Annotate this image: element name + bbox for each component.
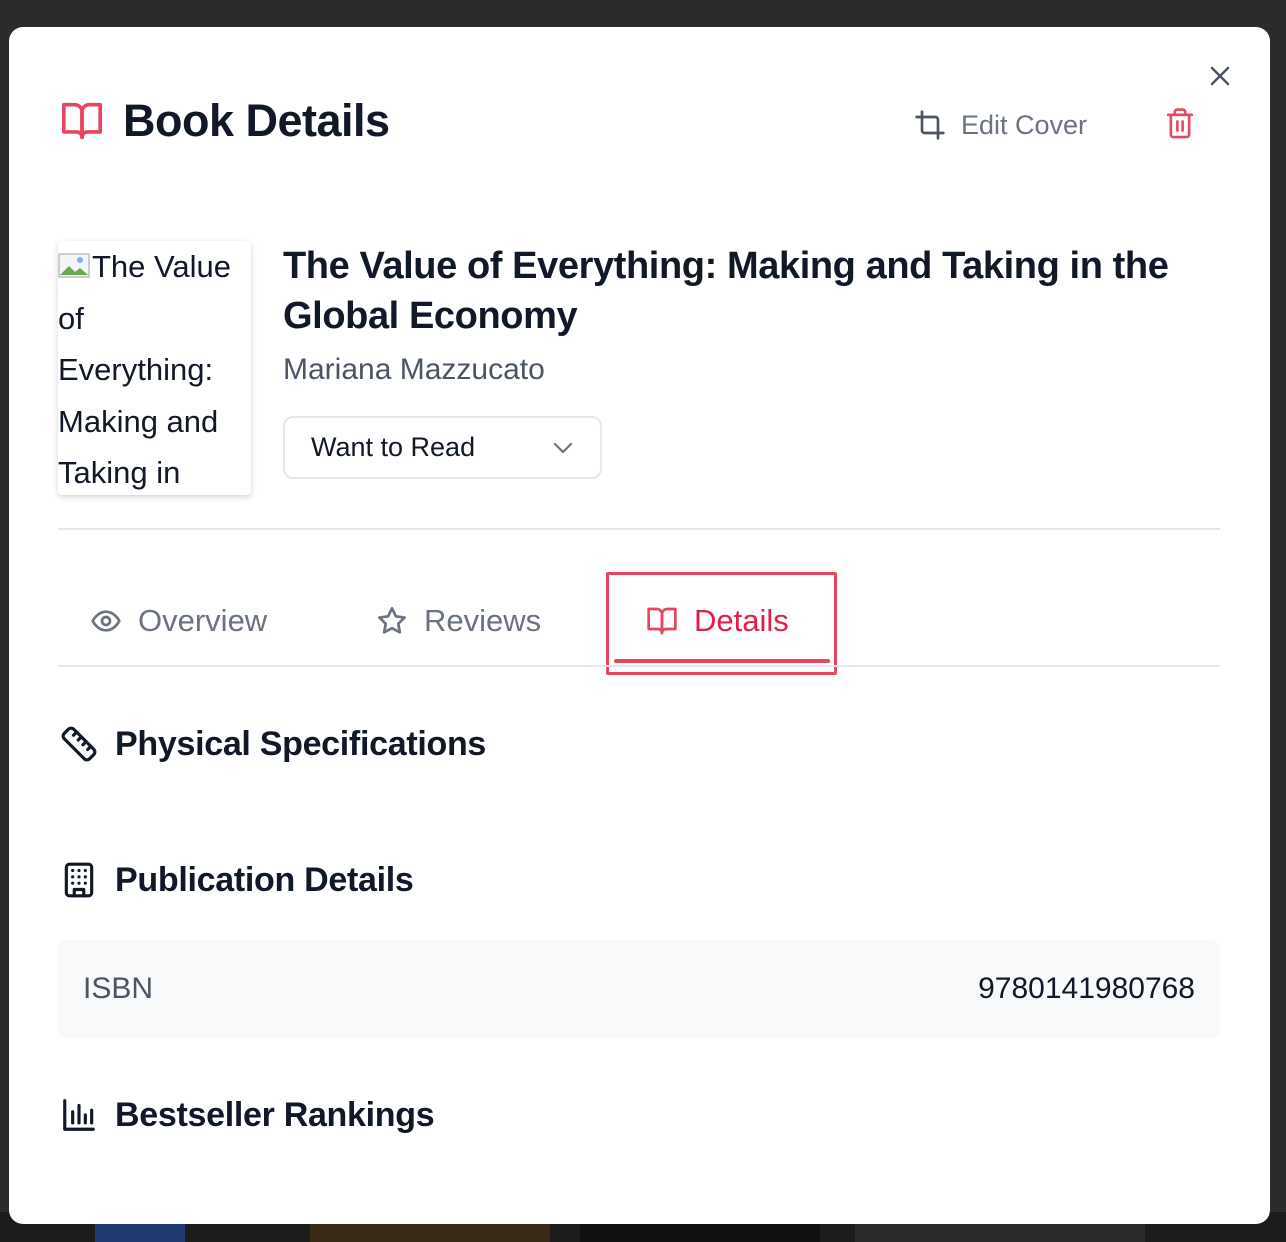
edit-cover-label: Edit Cover — [961, 109, 1088, 140]
header-divider — [58, 528, 1220, 530]
tab-details[interactable]: Details — [646, 575, 789, 667]
bar-chart-icon — [60, 1096, 98, 1134]
isbn-value: 9780141980768 — [978, 972, 1195, 1005]
cover-alt-line: of — [58, 300, 84, 336]
isbn-row: ISBN 9780141980768 — [58, 940, 1220, 1038]
book-title: The Value of Everything: Making and Taki… — [283, 245, 1169, 337]
star-icon — [376, 605, 408, 637]
cover-alt-line: Making and — [58, 403, 219, 439]
eye-icon — [90, 605, 122, 637]
tab-details-label: Details — [694, 603, 789, 638]
tab-overview-label: Overview — [138, 603, 268, 638]
edit-cover-button[interactable]: Edit Cover — [914, 105, 1087, 145]
close-icon — [1210, 66, 1230, 86]
ruler-icon — [60, 725, 98, 763]
tab-reviews-label: Reviews — [424, 603, 542, 638]
reading-status-select[interactable]: Want to Read — [283, 416, 602, 479]
building-icon — [60, 861, 98, 899]
crop-icon — [914, 109, 946, 141]
isbn-label: ISBN — [83, 972, 154, 1005]
book-cover-image: The Value of Everything: Making and Taki… — [58, 241, 251, 495]
section-bestseller-rankings: Bestseller Rankings — [60, 1093, 435, 1137]
book-open-icon — [59, 101, 105, 141]
book-author: Mariana Mazzucato — [283, 353, 545, 386]
book-open-icon — [646, 605, 678, 637]
section-physical-specifications: Physical Specifications — [60, 722, 486, 766]
cover-alt-line: Everything: — [58, 352, 214, 387]
cover-alt-line: Taking in — [58, 455, 181, 490]
book-details-modal: Book Details Edit Cover The Value of Eve… — [9, 27, 1270, 1224]
section-title: Physical Specifications — [115, 724, 487, 763]
trash-icon — [1166, 108, 1194, 139]
tab-bar: Overview Reviews Details — [58, 572, 1220, 675]
section-title: Publication Details — [115, 860, 414, 899]
cover-alt-line: The Value — [58, 241, 251, 293]
chevron-down-icon — [553, 442, 573, 453]
close-button[interactable] — [1207, 63, 1233, 89]
broken-image-icon — [58, 242, 90, 278]
tab-overview[interactable]: Overview — [90, 575, 267, 667]
section-title: Bestseller Rankings — [115, 1095, 435, 1134]
delete-button[interactable] — [1164, 107, 1196, 141]
tabs-divider — [58, 665, 1220, 667]
active-tab-indicator — [614, 659, 830, 663]
section-publication-details: Publication Details — [60, 858, 414, 902]
reading-status-value: Want to Read — [311, 432, 476, 462]
modal-title: Book Details — [123, 95, 390, 146]
tab-reviews[interactable]: Reviews — [376, 575, 541, 667]
